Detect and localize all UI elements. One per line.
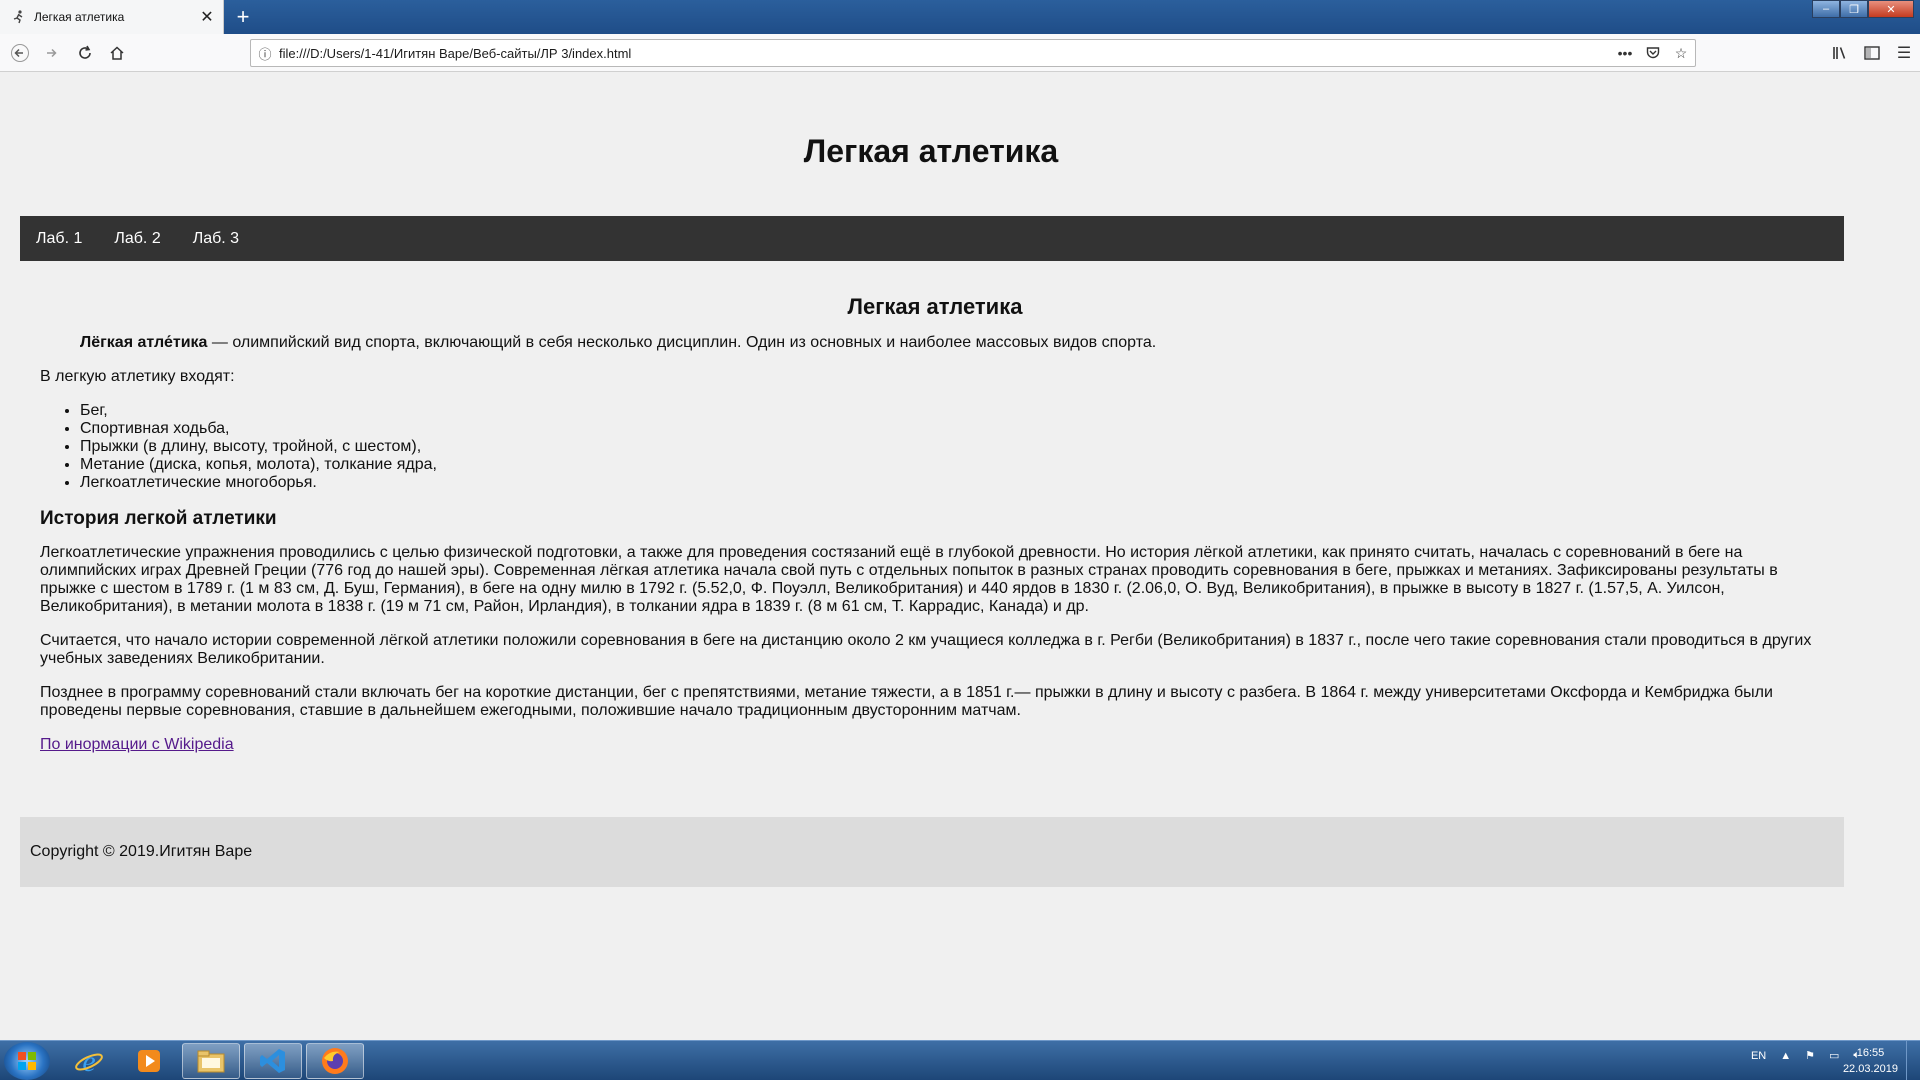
library-icon[interactable] bbox=[1824, 39, 1856, 67]
url-text[interactable]: file:///D:/Users/1-41/Игитян Варе/Веб-са… bbox=[279, 46, 1611, 61]
url-bar[interactable]: ⓘ file:///D:/Users/1-41/Игитян Варе/Веб-… bbox=[250, 39, 1696, 67]
menu-link-lab3[interactable]: Лаб. 3 bbox=[193, 230, 239, 248]
language-indicator[interactable]: EN bbox=[1751, 1050, 1766, 1062]
show-hidden-icons-icon[interactable]: ▲ bbox=[1780, 1050, 1791, 1062]
lead-term: Лёгкая атле́тика bbox=[80, 334, 208, 351]
browser-titlebar: Легкая атлетика ✕ + – ❐ ✕ bbox=[0, 0, 1920, 34]
maximize-button[interactable]: ❐ bbox=[1840, 0, 1868, 18]
toolbar-right: ☰ bbox=[1824, 39, 1920, 67]
home-icon[interactable] bbox=[103, 39, 131, 67]
new-tab-button[interactable]: + bbox=[230, 4, 256, 30]
history-paragraph-1: Легкоатлетические упражнения проводились… bbox=[40, 544, 1778, 615]
browser-tab[interactable]: Легкая атлетика ✕ bbox=[0, 0, 224, 34]
history-paragraph-3: Позднее в программу соревнований стали в… bbox=[40, 684, 1773, 719]
history-heading: История легкой атлетики bbox=[40, 508, 277, 529]
svg-text:e: e bbox=[82, 1046, 95, 1076]
windows-taskbar: e EN ▲ ⚑ ▭ 🔈︎ 16:55 22.03.2019 bbox=[0, 1040, 1920, 1080]
window-controls: – ❐ ✕ bbox=[1812, 0, 1914, 18]
lead-paragraph: Лёгкая атле́тика — олимпийский вид спорт… bbox=[40, 334, 1830, 352]
site-menu: Лаб. 1 Лаб. 2 Лаб. 3 bbox=[20, 216, 1844, 261]
menu-link-lab1[interactable]: Лаб. 1 bbox=[36, 230, 82, 248]
show-desktop-button[interactable] bbox=[1906, 1041, 1920, 1080]
start-button[interactable] bbox=[4, 1042, 50, 1080]
article-title: Легкая атлетика bbox=[847, 294, 1023, 319]
tab-close-icon[interactable]: ✕ bbox=[197, 7, 217, 27]
window-close-button[interactable]: ✕ bbox=[1868, 0, 1914, 18]
lead-text: — олимпийский вид спорта, включающий в с… bbox=[207, 334, 1157, 351]
sidebar-icon[interactable] bbox=[1856, 39, 1888, 67]
list-item: Спортивная ходьба, bbox=[80, 420, 1830, 438]
site-info-icon[interactable]: ⓘ bbox=[251, 44, 279, 63]
menu-hamburger-icon[interactable]: ☰ bbox=[1888, 39, 1920, 67]
vscode-icon[interactable] bbox=[244, 1043, 302, 1079]
reload-icon[interactable] bbox=[71, 39, 99, 67]
pocket-icon[interactable] bbox=[1639, 41, 1667, 65]
includes-intro: В легкую атлетику входят: bbox=[40, 368, 235, 385]
media-player-icon[interactable] bbox=[120, 1043, 178, 1079]
history-paragraph-2: Считается, что начало истории современно… bbox=[40, 632, 1812, 667]
menu-link-lab2[interactable]: Лаб. 2 bbox=[114, 230, 160, 248]
back-icon[interactable] bbox=[6, 39, 34, 67]
internet-explorer-icon[interactable]: e bbox=[60, 1043, 118, 1079]
web-page: Легкая атлетика Лаб. 1 Лаб. 2 Лаб. 3 Лег… bbox=[0, 73, 1920, 1040]
url-actions: ••• ☆ bbox=[1611, 41, 1695, 65]
file-explorer-icon[interactable] bbox=[182, 1043, 240, 1079]
clock-date: 22.03.2019 bbox=[1842, 1063, 1898, 1075]
tab-title: Легкая атлетика bbox=[34, 10, 125, 24]
bookmark-star-icon[interactable]: ☆ bbox=[1667, 41, 1695, 65]
page-actions-icon[interactable]: ••• bbox=[1611, 41, 1639, 65]
navigation-toolbar: ⓘ file:///D:/Users/1-41/Игитян Варе/Веб-… bbox=[0, 34, 1920, 72]
forward-icon[interactable] bbox=[38, 39, 66, 67]
site-title: Легкая атлетика bbox=[803, 133, 1059, 169]
system-tray: EN ▲ ⚑ ▭ 🔈︎ bbox=[1737, 1049, 1860, 1062]
minimize-button[interactable]: – bbox=[1812, 0, 1840, 18]
discipline-list: Бег, Спортивная ходьба, Прыжки (в длину,… bbox=[80, 402, 1830, 492]
list-item: Метание (диска, копья, молота), толкание… bbox=[80, 456, 1830, 474]
network-icon[interactable]: ▭ bbox=[1829, 1049, 1839, 1062]
windows-logo-icon bbox=[18, 1052, 36, 1070]
taskbar-clock[interactable]: 16:55 22.03.2019 bbox=[1843, 1045, 1898, 1077]
list-item: Легкоатлетические многоборья. bbox=[80, 474, 1830, 492]
list-item: Прыжки (в длину, высоту, тройной, с шест… bbox=[80, 438, 1830, 456]
list-item: Бег, bbox=[80, 402, 1830, 420]
firefox-icon[interactable] bbox=[306, 1043, 364, 1079]
wikipedia-source-link[interactable]: По инормации с Wikipedia bbox=[40, 736, 234, 753]
site-footer: Copyright © 2019.Игитян Варе bbox=[20, 817, 1844, 887]
runner-icon bbox=[10, 8, 28, 26]
article: Легкая атлетика Лёгкая атле́тика — олимп… bbox=[40, 294, 1830, 770]
action-center-flag-icon[interactable]: ⚑ bbox=[1805, 1049, 1815, 1062]
clock-time: 16:55 bbox=[1856, 1047, 1885, 1059]
